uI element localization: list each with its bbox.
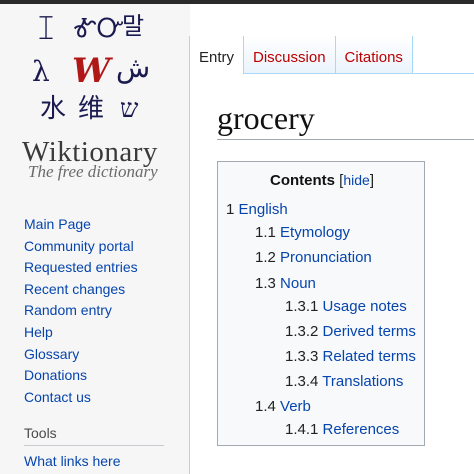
toc-item[interactable]: 1.3 Noun <box>255 275 316 292</box>
title-divider <box>217 139 474 140</box>
toc-item-number: 1.3.4 <box>285 373 319 390</box>
tab-citations[interactable]: Citations <box>335 36 413 74</box>
nav-random-entry[interactable]: Random entry <box>24 300 138 322</box>
toc-item[interactable]: 1 English <box>226 201 288 218</box>
toc-hide-link[interactable]: hide <box>343 172 369 188</box>
toc-item-number: 1.3.1 <box>285 298 319 315</box>
tools-menu: What links here <box>24 451 120 472</box>
toc-item-number: 1.1 <box>255 224 276 241</box>
toc-item-link[interactable]: Derived terms <box>323 323 416 340</box>
toc-item[interactable]: 1.1 Etymology <box>255 224 350 241</box>
toc-item-number: 1.3.3 <box>285 348 319 365</box>
tagline: The free dictionary <box>28 162 158 181</box>
toc-item-number: 1.3.2 <box>285 323 319 340</box>
logo-glyph: ש <box>120 94 139 124</box>
toc-item-number: 1 <box>226 201 235 218</box>
content-border <box>189 36 190 474</box>
toc-item[interactable]: 1.3.2 Derived terms <box>285 323 416 340</box>
toc-heading: Contents <box>270 172 335 189</box>
logo-glyph: ᎹᏅ <box>74 14 125 44</box>
nav-help[interactable]: Help <box>24 322 138 344</box>
toc-item-number: 1.2 <box>255 249 276 266</box>
toc-item-number: 1.3 <box>255 275 276 292</box>
table-of-contents: Contents [hide] 1 English 1.1 Etymology … <box>217 161 425 446</box>
tab-entry[interactable]: Entry <box>190 36 245 74</box>
logo-glyph: 维 <box>78 94 105 124</box>
logo-glyph: ꀤ <box>36 16 57 46</box>
logo-glyph: ش <box>116 51 151 84</box>
tools-divider <box>24 445 164 446</box>
toc-item[interactable]: 1.4 Verb <box>255 398 311 415</box>
toc-item-number: 1.4 <box>255 398 276 415</box>
toc-item-link[interactable]: English <box>239 201 288 218</box>
toc-item[interactable]: 1.2 Pronunciation <box>255 249 372 266</box>
toc-item-link[interactable]: Verb <box>280 398 311 415</box>
tools-heading[interactable]: Tools <box>24 425 57 441</box>
nav-community-portal[interactable]: Community portal <box>24 236 138 258</box>
tab-discussion[interactable]: Discussion <box>244 36 336 74</box>
toc-item[interactable]: 1.3.4 Translations <box>285 373 403 390</box>
toc-item-link[interactable]: Etymology <box>280 224 350 241</box>
page-title: grocery <box>217 100 315 136</box>
toc-item-number: 1.4.1 <box>285 421 319 438</box>
toc-item-link[interactable]: Noun <box>280 275 316 292</box>
toc-item-link[interactable]: Related terms <box>323 348 416 365</box>
logo-glyph: 水 <box>40 94 67 124</box>
nav-recent-changes[interactable]: Recent changes <box>24 279 138 301</box>
toc-item[interactable]: 1.4.1 References <box>285 421 399 438</box>
nav-contact-us[interactable]: Contact us <box>24 387 138 409</box>
page-tabs: Entry Discussion Citations <box>190 36 413 74</box>
nav-main-page[interactable]: Main Page <box>24 214 138 236</box>
toc-item-link[interactable]: Usage notes <box>323 298 407 315</box>
tab-bar-underline <box>244 73 474 74</box>
logo-glyph: λ <box>32 55 50 88</box>
logo-glyph: 말 <box>122 12 145 40</box>
toc-item-link[interactable]: Translations <box>322 373 403 390</box>
tools-what-links-here[interactable]: What links here <box>24 451 120 472</box>
logo-glyph: W <box>72 51 111 91</box>
toc-item-link[interactable]: References <box>323 421 400 438</box>
toc-header: Contents [hide] <box>270 172 374 189</box>
nav-donations[interactable]: Donations <box>24 365 138 387</box>
wiktionary-logo[interactable]: ꀤ ᎹᏅ 말 λ W ش 水 维 ש <box>28 12 168 132</box>
nav-requested-entries[interactable]: Requested entries <box>24 257 138 279</box>
nav-glossary[interactable]: Glossary <box>24 344 138 366</box>
sidebar: ꀤ ᎹᏅ 말 λ W ش 水 维 ש Wiktionary The free d… <box>0 4 190 474</box>
toc-item[interactable]: 1.3.1 Usage notes <box>285 298 407 315</box>
navigation-menu: Main Page Community portal Requested ent… <box>24 214 138 408</box>
toc-item[interactable]: 1.3.3 Related terms <box>285 348 416 365</box>
toc-item-link[interactable]: Pronunciation <box>280 249 372 266</box>
